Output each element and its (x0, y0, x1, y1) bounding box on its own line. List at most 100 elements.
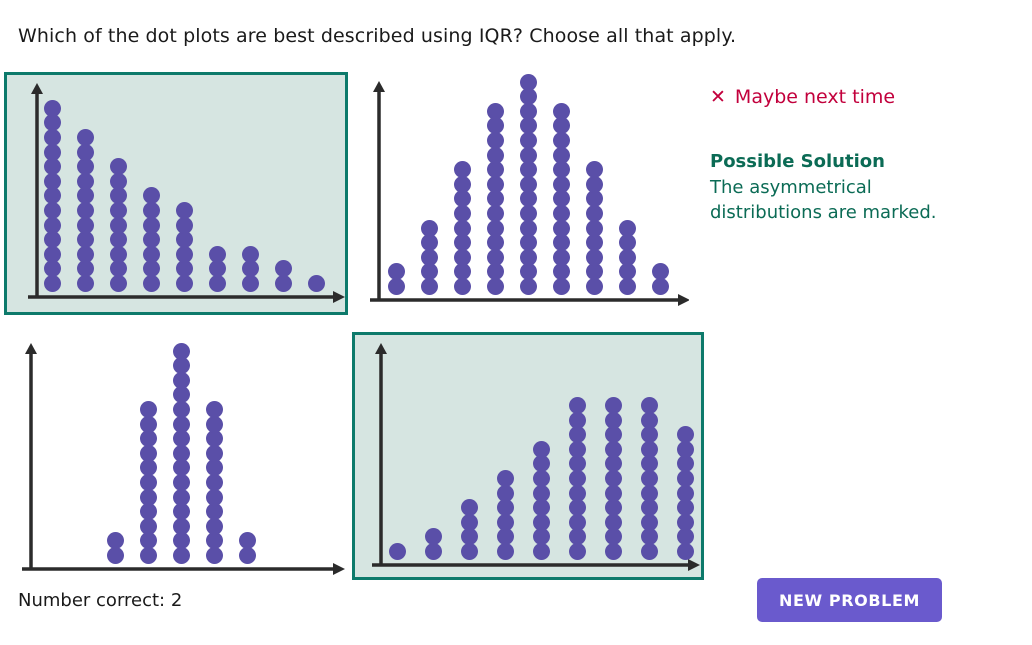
dot-marker (676, 484, 694, 502)
dot-marker (76, 245, 94, 263)
dot-marker (585, 161, 603, 179)
dot-marker (519, 234, 537, 252)
dot-marker (568, 528, 586, 546)
dot-marker (43, 275, 61, 292)
dot-marker (205, 415, 223, 433)
dot-marker (453, 161, 471, 179)
dot-marker (676, 470, 694, 487)
dot-marker (532, 470, 550, 487)
dot-marker (424, 528, 442, 546)
dot-marker (76, 158, 94, 176)
new-problem-button[interactable]: NEW PROBLEM (757, 578, 942, 622)
dot-marker (139, 474, 157, 491)
dot-marker (604, 513, 622, 531)
dot-marker (486, 248, 504, 266)
dot-marker (139, 444, 157, 462)
dot-marker (585, 263, 603, 281)
dot-marker (175, 245, 193, 263)
solution-body: The asymmetrical distributions are marke… (710, 176, 937, 224)
dot-marker (568, 513, 586, 531)
dot-marker (109, 275, 127, 292)
dot-plot-3[interactable] (4, 332, 348, 580)
dot-marker (76, 216, 94, 234)
dot-plot-1[interactable] (4, 72, 348, 315)
dot-marker (486, 161, 504, 179)
dot-marker (420, 263, 438, 281)
dot-marker (139, 401, 157, 418)
dot-marker (274, 275, 292, 292)
dot-marker (172, 371, 190, 389)
dot-marker (109, 187, 127, 205)
dot-marker (519, 73, 537, 91)
score-label: Number correct: 2 (18, 590, 183, 611)
dot-marker (604, 440, 622, 458)
dot-marker (43, 114, 61, 132)
dot-marker (241, 245, 259, 263)
dot-marker (519, 117, 537, 135)
dot-marker (676, 543, 694, 560)
dot-marker (486, 263, 504, 281)
dot-marker (43, 99, 61, 117)
dot-marker (139, 532, 157, 550)
dot-marker (604, 455, 622, 473)
dot-plot-2[interactable] (362, 72, 692, 315)
dot-marker (205, 532, 223, 550)
dot-marker (175, 202, 193, 219)
dot-marker (604, 470, 622, 487)
dot-marker (172, 517, 190, 535)
dot-marker (486, 234, 504, 252)
dot-marker (496, 470, 514, 487)
dot-marker (43, 245, 61, 263)
dot-marker (568, 543, 586, 560)
question-prompt: Which of the dot plots are best describe… (18, 25, 737, 47)
dot-marker (387, 263, 405, 281)
dot-marker (532, 513, 550, 531)
dot-marker (519, 219, 537, 237)
dot-marker (172, 401, 190, 418)
dot-marker (568, 397, 586, 414)
dot-marker (676, 513, 694, 531)
dot-marker (640, 543, 658, 560)
dot-marker (205, 547, 223, 564)
dot-marker (139, 459, 157, 477)
dot-plot-4[interactable] (352, 332, 704, 580)
dot-marker (486, 102, 504, 120)
dot-marker (460, 543, 478, 560)
dot-marker (552, 175, 570, 193)
dot-marker (453, 190, 471, 208)
dot-marker (552, 146, 570, 164)
dot-marker (241, 275, 259, 292)
dot-marker (208, 245, 226, 263)
dot-marker (552, 219, 570, 237)
solution-title: Possible Solution (710, 151, 885, 172)
dot-marker (552, 278, 570, 295)
dot-marker (676, 440, 694, 458)
dot-marker (486, 278, 504, 295)
dot-marker (519, 88, 537, 106)
dot-marker (585, 248, 603, 266)
dot-marker (532, 440, 550, 458)
dot-marker (109, 216, 127, 234)
dot-marker (552, 234, 570, 252)
dot-marker (585, 234, 603, 252)
dot-marker (604, 426, 622, 444)
dot-marker (676, 528, 694, 546)
dot-marker (205, 488, 223, 506)
dot-marker (205, 430, 223, 448)
dot-marker (175, 275, 193, 292)
dot-marker (205, 459, 223, 477)
dot-marker (519, 132, 537, 149)
dot-marker (420, 248, 438, 266)
dot-marker (43, 129, 61, 146)
dot-marker (43, 231, 61, 249)
dot-marker (640, 455, 658, 473)
dot-marker (496, 528, 514, 546)
dot-marker (552, 263, 570, 281)
dot-marker (604, 499, 622, 517)
dot-marker (552, 132, 570, 149)
dot-marker (76, 231, 94, 249)
feedback-panel: ✕ Maybe next time Possible Solution The … (710, 88, 1010, 226)
dot-marker (172, 459, 190, 477)
dot-marker (172, 503, 190, 521)
dot-marker (205, 503, 223, 521)
